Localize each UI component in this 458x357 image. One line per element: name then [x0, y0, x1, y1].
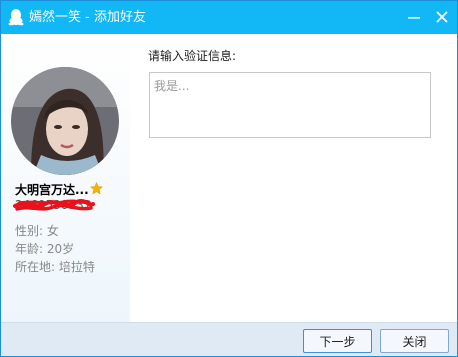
- add-friend-window: 嫣然一笑 - 添加好友 大明宫万达... 2460530531 性别: 女 年龄…: [0, 0, 458, 357]
- age-info: 年龄: 20岁: [15, 242, 75, 256]
- close-window-button[interactable]: [432, 7, 452, 27]
- redaction-scribble: [13, 199, 95, 211]
- verify-message-input[interactable]: [149, 72, 431, 138]
- location-info: 所在地: 培拉特: [15, 260, 95, 274]
- close-icon: [436, 11, 448, 23]
- minimize-button[interactable]: [404, 7, 424, 27]
- user-avatar-photo: [11, 67, 119, 175]
- profile-panel: 大明宫万达... 2460530531 性别: 女 年龄: 20岁 所在地: 培…: [1, 34, 130, 322]
- star-icon: [90, 182, 103, 195]
- window-title: 嫣然一笑 - 添加好友: [29, 10, 146, 25]
- close-button[interactable]: 关闭: [380, 329, 449, 353]
- avatar[interactable]: [11, 67, 119, 175]
- gender-info: 性别: 女: [15, 224, 59, 238]
- qq-penguin-icon: [8, 9, 24, 26]
- minimize-icon: [408, 17, 420, 19]
- dialog-footer: 下一步 关闭: [1, 322, 457, 356]
- next-step-button[interactable]: 下一步: [303, 329, 372, 353]
- title-bar[interactable]: 嫣然一笑 - 添加好友: [1, 1, 457, 34]
- verify-message-label: 请输入验证信息:: [148, 49, 237, 63]
